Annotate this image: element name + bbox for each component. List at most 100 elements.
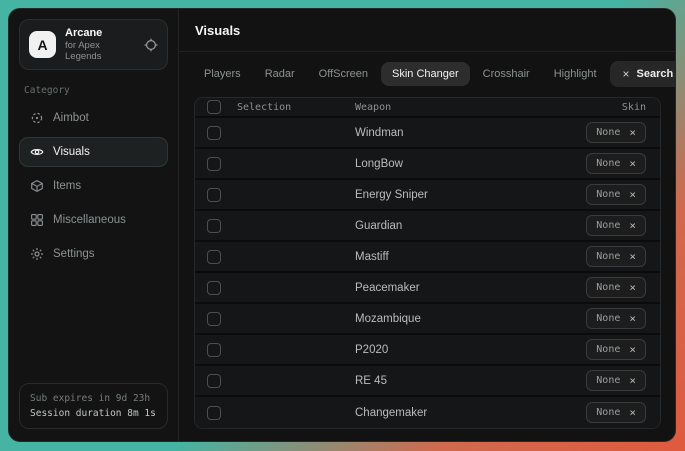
table-row: Energy Sniper None × [195, 180, 660, 211]
weapon-name: RE 45 [355, 375, 586, 387]
app-logo: A [29, 31, 56, 58]
sidebar-item-label: Items [53, 180, 81, 192]
skin-select-button[interactable]: None × [586, 308, 646, 329]
clear-skin-icon[interactable]: × [629, 250, 636, 263]
skin-select-button[interactable]: None × [586, 153, 646, 174]
weapon-name: Windman [355, 127, 586, 139]
column-header-skin: Skin [622, 102, 646, 113]
search-button-label: Search [637, 68, 674, 80]
skin-value: None [596, 251, 620, 262]
sidebar: A Arcane for Apex Legends Category Aimbo… [9, 9, 179, 441]
skin-select-button[interactable]: None × [586, 184, 646, 205]
skin-value: None [596, 158, 620, 169]
skin-select-button[interactable]: None × [586, 339, 646, 360]
sidebar-item-aimbot[interactable]: Aimbot [19, 103, 168, 133]
skin-value: None [596, 313, 620, 324]
session-duration-text: Session duration 8m 1s [30, 408, 157, 419]
app-header-card: A Arcane for Apex Legends [19, 19, 168, 70]
target-icon[interactable] [144, 38, 158, 52]
table-row: Mozambique None × [195, 304, 660, 335]
skin-select-button[interactable]: None × [586, 215, 646, 236]
sidebar-item-label: Settings [53, 248, 95, 260]
sidebar-item-items[interactable]: Items [19, 171, 168, 201]
main-header: Visuals [179, 9, 675, 52]
row-checkbox[interactable] [207, 219, 221, 233]
tab-offscreen[interactable]: OffScreen [308, 62, 379, 86]
sidebar-item-settings[interactable]: Settings [19, 239, 168, 269]
skin-select-button[interactable]: None × [586, 402, 646, 423]
column-header-selection: Selection [237, 102, 355, 113]
weapon-name: Mastiff [355, 251, 586, 263]
page-title: Visuals [195, 23, 240, 38]
row-checkbox[interactable] [207, 343, 221, 357]
row-checkbox[interactable] [207, 281, 221, 295]
clear-skin-icon[interactable]: × [629, 126, 636, 139]
skin-value: None [596, 375, 620, 386]
skin-value: None [596, 220, 620, 231]
table-header-row: Selection Weapon Skin [195, 98, 660, 118]
sidebar-item-label: Miscellaneous [53, 214, 126, 226]
row-checkbox[interactable] [207, 188, 221, 202]
table-row: Peacemaker None × [195, 273, 660, 304]
clear-skin-icon[interactable]: × [629, 188, 636, 201]
items-cube-icon [29, 179, 44, 193]
row-checkbox[interactable] [207, 157, 221, 171]
table-body: Windman None × LongBow None × Energy Sni… [195, 118, 660, 428]
subscription-info-card: Sub expires in 9d 23h Session duration 8… [19, 383, 168, 429]
table-row: RE 45 None × [195, 366, 660, 397]
row-checkbox[interactable] [207, 312, 221, 326]
row-checkbox[interactable] [207, 374, 221, 388]
clear-skin-icon[interactable]: × [629, 374, 636, 387]
app-name: Arcane [65, 27, 135, 39]
table-row: Mastiff None × [195, 242, 660, 273]
clear-skin-icon[interactable]: × [629, 343, 636, 356]
skin-value: None [596, 407, 620, 418]
row-checkbox[interactable] [207, 250, 221, 264]
table-row: Windman None × [195, 118, 660, 149]
clear-skin-icon[interactable]: × [629, 406, 636, 419]
table-row: Changemaker None × [195, 397, 660, 428]
weapon-name: Mozambique [355, 313, 586, 325]
app-subtitle: for Apex Legends [65, 40, 135, 62]
tab-highlight[interactable]: Highlight [543, 62, 608, 86]
settings-gear-icon [29, 247, 44, 261]
table-row: LongBow None × [195, 149, 660, 180]
tab-skin-changer[interactable]: Skin Changer [381, 62, 470, 86]
category-label: Category [24, 85, 163, 96]
clear-skin-icon[interactable]: × [629, 281, 636, 294]
search-button[interactable]: × Search [610, 61, 676, 87]
tab-players[interactable]: Players [193, 62, 252, 86]
skin-value: None [596, 189, 620, 200]
skin-select-button[interactable]: None × [586, 277, 646, 298]
clear-skin-icon[interactable]: × [629, 219, 636, 232]
skin-value: None [596, 344, 620, 355]
weapon-name: Energy Sniper [355, 189, 586, 201]
sidebar-item-visuals[interactable]: Visuals [19, 137, 168, 167]
skin-value: None [596, 127, 620, 138]
app-window: A Arcane for Apex Legends Category Aimbo… [8, 8, 676, 442]
sidebar-item-label: Aimbot [53, 112, 89, 124]
clear-skin-icon[interactable]: × [629, 157, 636, 170]
tab-crosshair[interactable]: Crosshair [472, 62, 541, 86]
skin-changer-table: Selection Weapon Skin Windman None × Lon… [194, 97, 661, 429]
skin-select-button[interactable]: None × [586, 370, 646, 391]
visuals-eye-icon [29, 145, 44, 159]
sidebar-item-miscellaneous[interactable]: Miscellaneous [19, 205, 168, 235]
miscellaneous-grid-icon [29, 213, 44, 227]
search-close-icon: × [623, 67, 630, 81]
tabs-bar: Players Radar OffScreen Skin Changer Cro… [179, 52, 675, 95]
weapon-name: Peacemaker [355, 282, 586, 294]
row-checkbox[interactable] [207, 406, 221, 420]
weapon-name: LongBow [355, 158, 586, 170]
aimbot-target-icon [29, 111, 44, 125]
sidebar-item-label: Visuals [53, 146, 90, 158]
clear-skin-icon[interactable]: × [629, 312, 636, 325]
skin-select-button[interactable]: None × [586, 246, 646, 267]
select-all-checkbox[interactable] [207, 100, 221, 114]
row-checkbox[interactable] [207, 126, 221, 140]
tab-radar[interactable]: Radar [254, 62, 306, 86]
table-row: P2020 None × [195, 335, 660, 366]
skin-value: None [596, 282, 620, 293]
sub-expires-text: Sub expires in 9d 23h [30, 393, 157, 404]
skin-select-button[interactable]: None × [586, 122, 646, 143]
